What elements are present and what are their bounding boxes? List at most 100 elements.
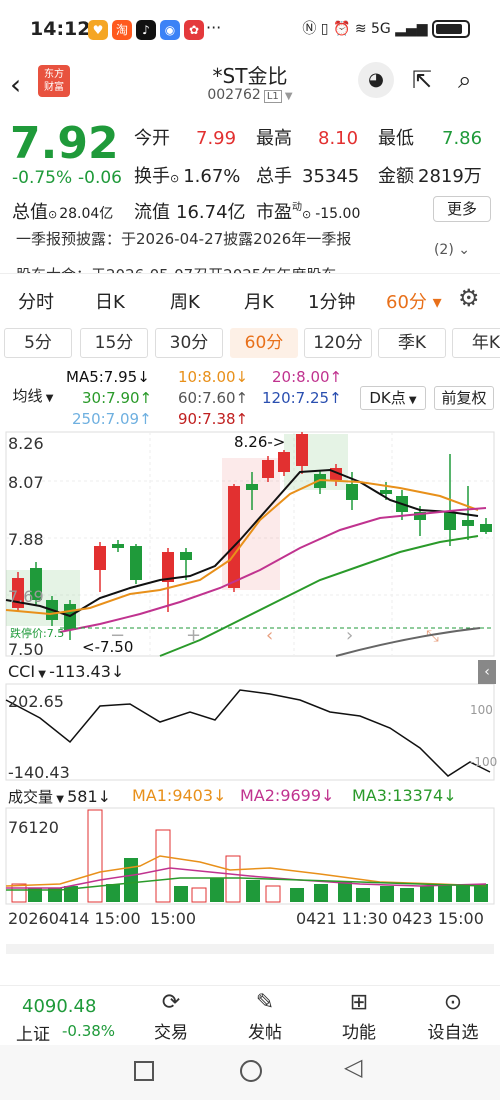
sub-period-tab[interactable]: 季K [378,328,446,358]
period-tab[interactable]: 日K [95,288,125,314]
dk-label: DK点 [369,389,406,407]
news-count-text: (2) [433,242,454,258]
edit-icon: ✎ [255,990,275,1015]
vibrate-icon: ▯ [320,21,329,37]
ma10-label: 10:8.00↓ [178,368,249,386]
sub-period-tab[interactable]: 15分 [80,328,148,358]
chevron-left-icon[interactable]: ‹ [266,625,273,646]
sub-period-tab[interactable]: 5分 [4,328,72,358]
bottom-nav: 4090.48 上证 -0.38% ⟳ 交易 ✎ 发帖 ⊞ 功能 ⊙ 设自选 [0,985,500,1045]
back-nav-icon[interactable]: ◁ [344,1053,362,1081]
cci-ref-lo: -100 [470,755,497,769]
recents-icon[interactable] [134,1061,154,1081]
candle-body [262,460,274,478]
back-icon[interactable]: ‹ [10,68,21,101]
period-tab[interactable]: 分时 [18,288,54,314]
candle-body [112,544,124,548]
time-label-2: 15:00 [150,909,196,928]
status-indicators: Ⓝ ▯ ⏰ ≋ 5G ▂▄▆ [302,18,470,38]
nav-post[interactable]: ✎ 发帖 [230,990,300,1043]
search-icon[interactable]: ⌕ [458,66,471,94]
index-change[interactable]: -0.38% [62,1022,115,1040]
cci-top-label: 202.65 [8,692,64,711]
status-time: 14:12 [30,18,91,40]
cci-value: -113.43↓ [49,662,125,681]
period-tab[interactable]: 60分 ▾ [386,288,442,314]
news-count[interactable]: (2) ⌄ [434,242,470,258]
nav-trade[interactable]: ⟳ 交易 [136,990,206,1043]
volume-bar [155,829,171,903]
sub-period-tab[interactable]: 30分 [155,328,223,358]
amount-field: 金额 2819万 [378,162,482,188]
collapse-panel-icon[interactable]: ‹ [478,660,496,684]
chevron-right-icon[interactable]: › [346,625,353,646]
sub-period-tabs: 5分 15分 30分 60分 120分 季K 年K [0,328,500,360]
news-line-1[interactable]: 一季报预披露：于2026-04-27披露2026年一季报 [16,228,351,249]
index-name[interactable]: 上证 [16,1020,50,1045]
adjust-button[interactable]: 前复权 [434,386,494,410]
nav-post-label: 发帖 [248,1023,282,1043]
chart-scrollbar[interactable] [6,944,494,954]
y-label-2: 8.07 [8,473,44,492]
volume-bar [191,887,207,903]
stock-header: ‹ 东方 财富 *ST金比 002762 L1 ▼ ◕ ⇱ ⌕ [0,60,500,110]
open-label: 今开 [134,128,170,149]
nav-trade-label: 交易 [154,1023,188,1043]
index-value[interactable]: 4090.48 [22,996,96,1017]
more-button[interactable]: 更多 [433,196,491,222]
period-tab[interactable]: 1分钟 [308,288,355,314]
trade-icon: ⟳ [161,990,181,1015]
home-icon[interactable] [240,1060,262,1082]
volume-bar [265,885,281,903]
volume-bar [420,886,434,902]
nav-function[interactable]: ⊞ 功能 [324,990,394,1043]
candle-body [180,552,192,560]
volume-bar [87,809,103,903]
time-label-4: 0423 15:00 [392,909,484,928]
period-tabs: 分时 日K 周K 月K 1分钟 60分 ▾ [0,278,500,322]
volume-bar [106,884,120,902]
low-marker: <-7.50 [82,638,133,656]
kline-chart-area[interactable]: 8.26 8.07 7.88 7.69 7.50 8.26-> <-7.50 跌… [0,428,500,958]
nav-watchlist[interactable]: ⊙ 设自选 [418,990,488,1043]
cci-line [5,689,491,777]
sub-period-tab[interactable]: 年K [452,328,500,358]
float-value: 16.74亿 [176,202,246,223]
cci-bottom-label: -140.43 [8,763,70,782]
news-strip[interactable]: 一季报预披露：于2026-04-27披露2026年一季报 股东大会：于2026-… [0,226,500,274]
change-amount: -0.06 [78,168,122,188]
share-icon[interactable]: ⇱ [412,66,432,94]
taobao-icon: 淘 [112,20,132,40]
vol-ma2: MA2:9699↓ [240,786,335,805]
high-marker: 8.26-> [234,433,285,451]
indicator-selector[interactable]: 均线 ▼ [8,384,58,410]
chevron-down-icon: ⌄ [458,242,470,258]
y-label-3: 7.88 [8,530,44,549]
sub-period-tab[interactable]: 120分 [304,328,372,358]
info-icon: ⊙ [170,172,180,185]
volume-value: 581↓ [67,787,112,806]
cci-selector[interactable]: CCI ▼ -113.43↓ [8,662,124,681]
volume-field: 总手 35345 [256,162,359,188]
volume-bar [380,886,394,902]
time-label-1: 20260414 15:00 [8,909,141,928]
ai-assistant-icon[interactable]: ◕ [358,62,394,98]
low-value: 7.86 [442,128,483,149]
chat-app-icon: ◉ [160,20,180,40]
news-line-2[interactable]: 股东大会：于2026-05-07召开2025年年度股东 [16,264,336,273]
plus-icon[interactable]: + [186,625,201,646]
minus-icon[interactable]: − [110,625,125,646]
sub-period-tab[interactable]: 60分 [230,328,298,358]
trend-arc [335,627,481,657]
candle-body [130,546,142,580]
dk-point-button[interactable]: DK点 ▼ [360,386,426,410]
y-label-top: 8.26 [8,434,44,453]
period-tab[interactable]: 周K [170,288,200,314]
grid-icon: ⊞ [349,990,369,1015]
gear-icon[interactable]: ⚙ [458,284,480,312]
period-tab[interactable]: 月K [244,288,274,314]
stock-code[interactable]: 002762 L1 ▼ [150,87,350,103]
volume-selector[interactable]: 成交量 ▼ 581↓ [8,786,111,807]
ma120-label: 120:7.25↑ [262,389,342,407]
system-nav-bar: ◁ [0,1045,500,1100]
